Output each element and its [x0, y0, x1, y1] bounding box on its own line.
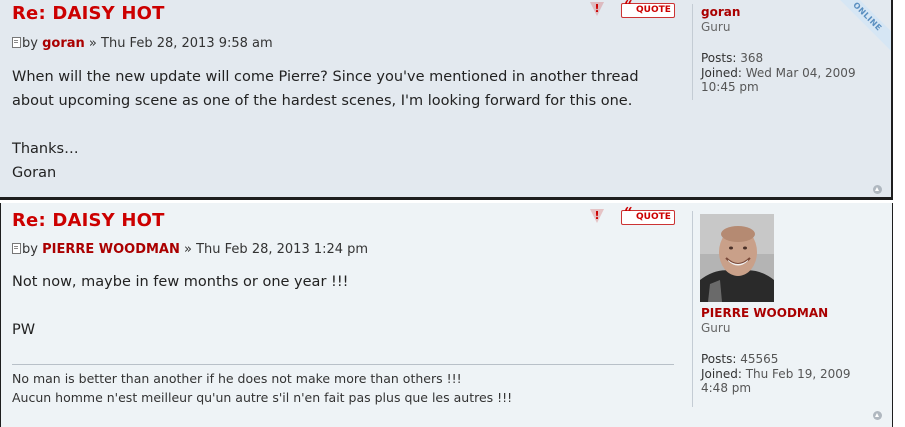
report-button[interactable]: ! — [590, 2, 604, 16]
post-profile: PIERRE WOODMAN Guru Posts: 45565 Joined:… — [701, 306, 887, 395]
post-title[interactable]: Re: DAISY HOT — [12, 210, 165, 231]
report-icon: ! — [594, 2, 600, 15]
quote-button[interactable]: “QUOTE — [621, 0, 675, 18]
quote-label: QUOTE — [636, 5, 671, 15]
profile-rank: Guru — [701, 321, 731, 335]
profile-divider — [692, 4, 693, 100]
post-date: » Thu Feb 28, 2013 9:58 am — [88, 36, 273, 51]
avatar[interactable] — [700, 214, 774, 302]
online-badge: ONLINE — [831, 0, 891, 60]
post-author-link[interactable]: goran — [42, 36, 85, 51]
quote-button[interactable]: “QUOTE — [621, 204, 675, 225]
post-body: When will the new update will come Pierr… — [12, 69, 639, 181]
post-meta: by goran » Thu Feb 28, 2013 9:58 am — [12, 36, 273, 51]
posts-count[interactable]: 368 — [740, 51, 763, 65]
report-icon: ! — [594, 209, 600, 222]
online-status: ONLINE — [831, 0, 891, 58]
back-to-top-icon[interactable] — [873, 185, 882, 194]
posts-label: Posts: — [701, 352, 737, 366]
profile-divider — [692, 211, 693, 407]
signature-divider — [12, 364, 674, 365]
signature: No man is better than another if he does… — [12, 371, 513, 405]
post-icon[interactable] — [12, 243, 21, 254]
post-body: Not now, maybe in few months or one year… — [12, 274, 349, 338]
by-label: by — [22, 242, 38, 257]
post-date: » Thu Feb 28, 2013 1:24 pm — [184, 242, 369, 257]
quote-icon: “ — [624, 204, 633, 222]
back-to-top-icon[interactable] — [873, 411, 882, 420]
report-button[interactable]: ! — [590, 209, 604, 223]
by-label: by — [22, 36, 38, 51]
post-goran: Re: DAISY HOT by goran » Thu Feb 28, 201… — [0, 0, 893, 200]
joined-label: Joined: — [701, 367, 742, 381]
post-author-link[interactable]: PIERRE WOODMAN — [42, 242, 180, 257]
profile-username[interactable]: PIERRE WOODMAN — [701, 306, 887, 320]
profile-posts: Posts: 45565 — [701, 352, 887, 366]
post-meta: by PIERRE WOODMAN » Thu Feb 28, 2013 1:2… — [12, 242, 368, 257]
posts-label: Posts: — [701, 51, 737, 65]
post-pierre: Re: DAISY HOT by PIERRE WOODMAN » Thu Fe… — [0, 203, 893, 427]
avatar-image — [700, 214, 774, 302]
profile-joined: Joined: Thu Feb 19, 2009 4:48 pm — [701, 367, 881, 395]
profile-joined: Joined: Wed Mar 04, 2009 10:45 pm — [701, 66, 861, 94]
joined-label: Joined: — [701, 66, 742, 80]
posts-count[interactable]: 45565 — [740, 352, 778, 366]
post-icon[interactable] — [12, 37, 21, 48]
post-title[interactable]: Re: DAISY HOT — [12, 3, 165, 24]
quote-icon: “ — [624, 0, 633, 15]
quote-label: QUOTE — [636, 212, 671, 222]
